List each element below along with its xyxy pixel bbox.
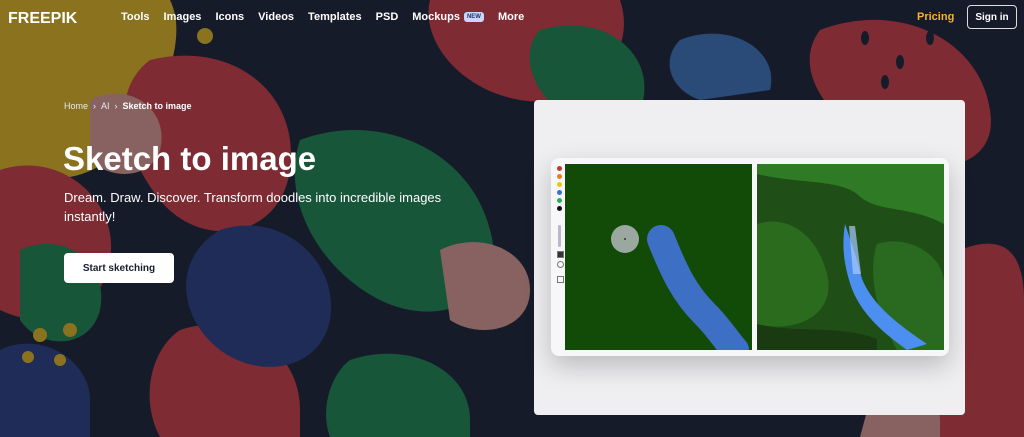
undo-icon[interactable] bbox=[557, 261, 564, 268]
palette-color-orange[interactable] bbox=[557, 174, 562, 179]
menu-item-label: PSD bbox=[375, 11, 399, 23]
sketch-drawing bbox=[611, 225, 749, 350]
logo-text: FREEPIK bbox=[8, 10, 78, 26]
chevron-right-icon: › bbox=[114, 101, 118, 111]
menu-item-label: Icons bbox=[215, 11, 245, 23]
generated-image bbox=[757, 164, 944, 350]
palette-color-blue[interactable] bbox=[557, 190, 562, 195]
top-navigation: FREEPIK Tools Images Icons Videos Templa… bbox=[0, 0, 1024, 36]
menu-item-label: Images bbox=[163, 11, 202, 23]
menu-item-images[interactable]: Images bbox=[164, 11, 202, 23]
palette-color-yellow[interactable] bbox=[557, 182, 562, 187]
menu-item-label: More bbox=[497, 11, 525, 23]
sketch-demo-device bbox=[551, 158, 949, 356]
menu-item-label: Mockups bbox=[412, 11, 460, 23]
menu-item-label: Tools bbox=[121, 11, 150, 23]
menu-item-psd[interactable]: PSD bbox=[376, 11, 399, 23]
palette-color-black[interactable] bbox=[557, 206, 562, 211]
sketch-blue-stroke bbox=[647, 225, 749, 350]
square-tool-icon[interactable] bbox=[557, 251, 564, 258]
trash-icon[interactable] bbox=[557, 276, 564, 283]
menu-item-templates[interactable]: Templates bbox=[308, 11, 362, 23]
breadcrumb: Home › AI › Sketch to image bbox=[64, 101, 192, 111]
menu-item-tools[interactable]: Tools bbox=[121, 11, 150, 23]
freepik-logo[interactable]: FREEPIK bbox=[8, 8, 108, 26]
hero-section: FREEPIK Tools Images Icons Videos Templa… bbox=[0, 0, 1024, 437]
menu-item-label: Videos bbox=[258, 11, 295, 23]
breadcrumb-ai[interactable]: AI bbox=[101, 101, 110, 111]
pricing-link[interactable]: Pricing bbox=[917, 11, 954, 23]
breadcrumb-current: Sketch to image bbox=[122, 101, 192, 111]
sketch-canvas[interactable] bbox=[565, 164, 752, 350]
new-badge: NEW bbox=[463, 12, 484, 22]
breadcrumb-home[interactable]: Home bbox=[64, 101, 88, 111]
waterfall-result-image bbox=[757, 164, 944, 350]
brush-cursor-dot bbox=[624, 238, 626, 240]
chevron-right-icon: › bbox=[93, 101, 97, 111]
page-subtitle: Dream. Draw. Discover. Transform doodles… bbox=[64, 190, 442, 224]
sign-in-button[interactable]: Sign in bbox=[967, 5, 1017, 29]
start-sketching-button[interactable]: Start sketching bbox=[64, 253, 174, 283]
palette-color-green[interactable] bbox=[557, 198, 562, 203]
palette-color-red[interactable] bbox=[557, 166, 562, 171]
menu-item-mockups[interactable]: Mockups NEW bbox=[412, 11, 484, 23]
menu-item-icons[interactable]: Icons bbox=[215, 11, 244, 23]
menu-item-label: Templates bbox=[308, 11, 362, 23]
demo-preview-card bbox=[534, 100, 965, 415]
main-menu: Tools Images Icons Videos Templates PSD … bbox=[121, 11, 538, 23]
page-title: Sketch to image bbox=[63, 140, 317, 177]
color-palette bbox=[555, 164, 565, 283]
menu-item-videos[interactable]: Videos bbox=[258, 11, 294, 23]
menu-item-more[interactable]: More bbox=[498, 11, 524, 23]
brush-size-slider[interactable] bbox=[558, 225, 561, 247]
